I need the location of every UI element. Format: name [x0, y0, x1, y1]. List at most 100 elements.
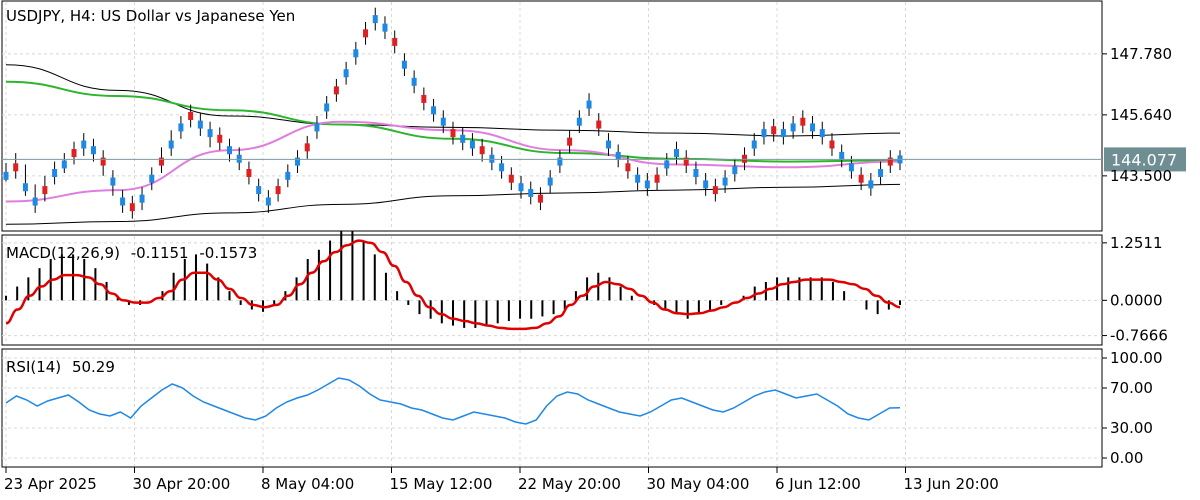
- candle-body: [110, 177, 116, 186]
- x-axis-label: 15 May 12:00: [390, 475, 493, 493]
- macd-main-value: -0.1151: [131, 244, 189, 262]
- candle-body: [887, 157, 893, 166]
- candle-body: [149, 174, 155, 183]
- candle-body: [576, 117, 582, 126]
- candle-body: [285, 171, 291, 180]
- candle-body: [518, 183, 524, 192]
- candle-body: [207, 129, 213, 138]
- candle-body: [469, 140, 475, 149]
- candle-body: [353, 49, 359, 58]
- x-axis-label: 30 May 04:00: [647, 475, 750, 493]
- y-axis-label: 0.00: [1110, 449, 1143, 467]
- candle-body: [32, 197, 38, 206]
- x-axis-label: 30 Apr 20:00: [133, 475, 231, 493]
- candle-body: [508, 174, 514, 183]
- candle-body: [411, 77, 417, 86]
- candle-body: [440, 117, 446, 126]
- price-panel[interactable]: [1, 0, 1103, 232]
- candle-body: [3, 171, 9, 180]
- candle-body: [693, 169, 699, 177]
- candle-body: [858, 174, 864, 183]
- candle-body: [22, 183, 28, 192]
- trading-chart[interactable]: 144.077 USDJPY, H4: US Dollar vs Japanes…: [0, 0, 1200, 500]
- candle-body: [771, 126, 777, 135]
- candle-body: [829, 140, 835, 149]
- y-axis-label: 0.0000: [1110, 291, 1163, 309]
- y-axis-label: 1.2511: [1110, 234, 1163, 252]
- candle-body: [751, 140, 757, 149]
- candle-body: [227, 146, 232, 155]
- candle-body: [761, 129, 767, 138]
- candle-body: [401, 60, 407, 69]
- candle-body: [848, 163, 854, 172]
- candle-body: [625, 163, 631, 172]
- y-axis-label: 143.500: [1110, 167, 1172, 185]
- candle-body: [42, 186, 48, 195]
- candle-body: [742, 154, 748, 163]
- candle-body: [178, 123, 184, 132]
- candle-body: [557, 157, 563, 166]
- rsi-name: RSI(14): [6, 358, 61, 376]
- candle-body: [100, 157, 106, 166]
- candle-body: [732, 166, 738, 175]
- candle-body: [586, 100, 592, 109]
- candle-body: [246, 169, 252, 177]
- y-axis-label: 30.00: [1110, 419, 1153, 437]
- candle-body: [129, 203, 135, 212]
- candle-body: [197, 120, 203, 129]
- candle-body: [81, 140, 87, 149]
- candle-body: [421, 94, 427, 103]
- candle-body: [839, 151, 845, 160]
- candle-body: [188, 112, 194, 120]
- x-axis-label: 22 May 20:00: [518, 475, 621, 493]
- candle-body: [780, 129, 786, 138]
- candle-body: [615, 151, 621, 160]
- y-axis-label: -0.7666: [1110, 327, 1168, 345]
- candle-body: [168, 140, 174, 149]
- y-axis-label: 147.780: [1110, 45, 1172, 63]
- candle-body: [499, 163, 505, 172]
- candle-body: [61, 160, 67, 169]
- candle-body: [90, 146, 96, 155]
- candle-body: [810, 123, 816, 132]
- candle-body: [528, 188, 534, 197]
- candle-body: [790, 123, 796, 132]
- candle-body: [52, 169, 58, 177]
- candle-body: [382, 23, 388, 32]
- candle-body: [800, 117, 806, 126]
- candle-body: [343, 69, 349, 78]
- candle-body: [868, 180, 874, 189]
- candle-body: [372, 15, 378, 24]
- candle-body: [460, 134, 466, 143]
- candle-body: [256, 186, 262, 195]
- candle-body: [275, 186, 281, 195]
- candle-body: [333, 86, 339, 95]
- candle-body: [295, 157, 301, 166]
- candle-body: [236, 154, 242, 163]
- x-axis-label: 6 Jun 12:00: [775, 475, 861, 493]
- macd-name: MACD(12,26,9): [6, 244, 120, 262]
- macd-title: MACD(12,26,9) -0.1151 -0.1573: [6, 244, 257, 262]
- candle-body: [71, 149, 77, 158]
- candle-body: [635, 174, 641, 183]
- candle-body: [567, 137, 573, 146]
- candle-body: [431, 106, 437, 115]
- rsi-value: 50.29: [72, 358, 115, 376]
- candle-body: [537, 194, 543, 203]
- candle-body: [712, 186, 718, 195]
- candle-body: [664, 160, 670, 169]
- candle-body: [217, 134, 223, 143]
- y-axis-label: 70.00: [1110, 379, 1153, 397]
- macd-signal-value: -0.1573: [199, 244, 257, 262]
- candle-body: [304, 143, 310, 152]
- candle-body: [722, 177, 728, 186]
- y-axis-label: 100.00: [1110, 349, 1163, 367]
- candle-body: [324, 103, 330, 112]
- candle-body: [13, 163, 19, 172]
- candle-body: [683, 157, 689, 166]
- candle-body: [596, 120, 602, 129]
- candle-body: [674, 149, 679, 158]
- rsi-panel[interactable]: [1, 348, 1103, 468]
- candle-body: [392, 37, 398, 46]
- candle-body: [703, 180, 709, 189]
